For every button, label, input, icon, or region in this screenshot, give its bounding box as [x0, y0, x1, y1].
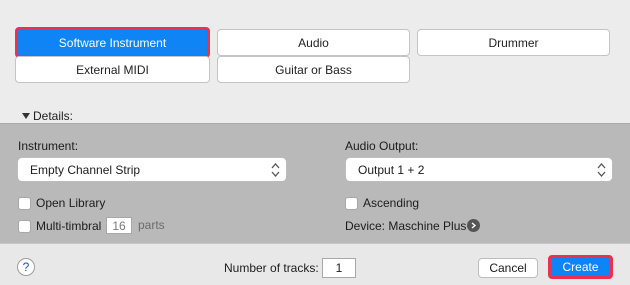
audio-output-label: Audio Output:: [345, 139, 419, 153]
parts-field[interactable]: 16: [106, 217, 132, 234]
instrument-popup[interactable]: Empty Channel Strip: [17, 157, 287, 182]
details-disclosure[interactable]: Details:: [22, 109, 73, 123]
instrument-value: Empty Channel Strip: [30, 162, 141, 177]
drummer-button[interactable]: Drummer: [417, 29, 610, 56]
tracks-field[interactable]: 1: [322, 258, 356, 278]
multi-timbral-label: Multi-timbral: [36, 219, 102, 233]
disclosure-triangle-icon[interactable]: [22, 113, 30, 119]
software-instrument-label: Software Instrument: [58, 35, 167, 50]
software-instrument-button[interactable]: Software Instrument: [15, 27, 210, 58]
open-library-checkbox[interactable]: [18, 197, 31, 210]
help-button[interactable]: ?: [17, 258, 35, 276]
details-panel: Instrument: Empty Channel Strip Audio Ou…: [0, 123, 630, 243]
external-midi-label: External MIDI: [76, 62, 149, 77]
parts-label: parts: [138, 218, 165, 232]
create-label: Create: [562, 260, 599, 274]
audio-output-value: Output 1 + 2: [358, 162, 425, 177]
track-type-panel: Software Instrument Audio Drummer Extern…: [0, 0, 630, 123]
device-label: Device: Maschine Plus: [345, 219, 467, 233]
up-down-arrows-icon: [271, 163, 280, 177]
create-button[interactable]: Create: [548, 255, 613, 279]
multi-timbral-checkbox[interactable]: [18, 220, 31, 233]
instrument-label: Instrument:: [18, 139, 79, 153]
audio-button[interactable]: Audio: [217, 29, 410, 56]
guitar-or-bass-button[interactable]: Guitar or Bass: [217, 56, 410, 83]
audio-output-popup[interactable]: Output 1 + 2: [345, 157, 613, 182]
audio-label: Audio: [298, 35, 329, 50]
device-arrow-button[interactable]: [467, 219, 480, 232]
up-down-arrows-icon: [597, 163, 606, 177]
tracks-label: Number of tracks:: [224, 261, 319, 275]
drummer-label: Drummer: [488, 35, 539, 50]
details-label: Details:: [33, 109, 74, 123]
open-library-label: Open Library: [36, 196, 106, 210]
cancel-button[interactable]: Cancel: [478, 258, 538, 278]
ascending-checkbox[interactable]: [345, 197, 358, 210]
ascending-label: Ascending: [363, 196, 420, 210]
tracks-value: 1: [335, 261, 343, 275]
chevron-right-icon: [471, 222, 477, 229]
external-midi-button[interactable]: External MIDI: [15, 56, 210, 83]
guitar-or-bass-label: Guitar or Bass: [275, 62, 352, 77]
parts-value: 16: [112, 218, 126, 233]
help-icon: ?: [22, 260, 30, 274]
footer-bar: ? Number of tracks: 1 Cancel Create: [0, 243, 630, 285]
cancel-label: Cancel: [489, 261, 527, 275]
